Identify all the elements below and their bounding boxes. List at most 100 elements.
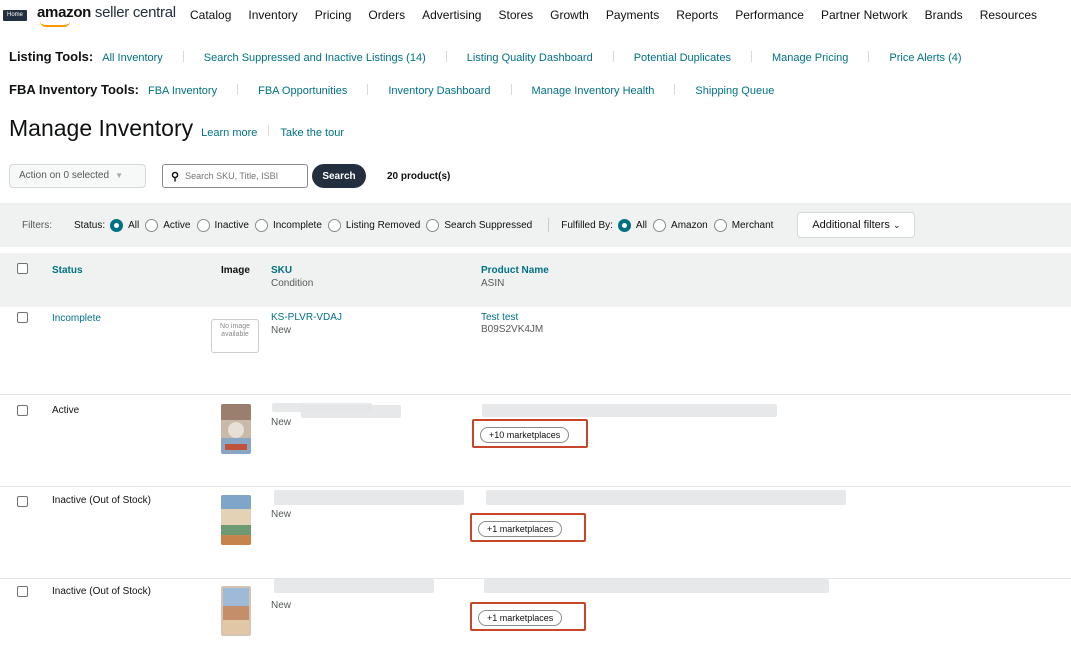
- link-all-inventory[interactable]: All Inventory: [102, 52, 163, 64]
- link-fba-inventory[interactable]: FBA Inventory: [148, 85, 217, 97]
- link-manage-pricing[interactable]: Manage Pricing: [772, 52, 848, 64]
- link-price-alerts[interactable]: Price Alerts (4): [889, 52, 961, 64]
- row-checkbox[interactable]: [17, 496, 28, 507]
- nav-performance[interactable]: Performance: [735, 8, 804, 22]
- logo-product: seller central: [91, 4, 176, 21]
- link-inventory-dashboard[interactable]: Inventory Dashboard: [388, 85, 490, 97]
- search-input[interactable]: [185, 171, 296, 181]
- product-thumbnail[interactable]: [221, 586, 251, 636]
- fulfilled-radio-all[interactable]: [617, 218, 631, 232]
- table-row: Incomplete No image available KS-PLVR-VD…: [0, 307, 1071, 395]
- link-listing-quality[interactable]: Listing Quality Dashboard: [467, 52, 593, 64]
- link-fba-opportunities[interactable]: FBA Opportunities: [258, 85, 347, 97]
- divider: [674, 84, 676, 95]
- col-header-sku[interactable]: SKU Condition: [271, 265, 313, 289]
- link-search-suppressed[interactable]: Search Suppressed and Inactive Listings …: [204, 52, 426, 64]
- fulfilled-radio-amazon[interactable]: [653, 218, 667, 232]
- status-option-label: Inactive: [214, 219, 249, 231]
- product-name-link[interactable]: Test test: [481, 312, 518, 323]
- divider: [237, 84, 239, 95]
- nav-stores[interactable]: Stores: [498, 8, 533, 22]
- nav-pricing[interactable]: Pricing: [315, 8, 352, 22]
- no-image-placeholder: No image available: [211, 319, 259, 353]
- status-radio-listing-removed[interactable]: [327, 218, 341, 232]
- divider: [612, 51, 614, 62]
- divider: [750, 51, 752, 62]
- col-asin-label: ASIN: [481, 278, 505, 289]
- select-all-checkbox[interactable]: [17, 263, 28, 274]
- logo-brand: amazon: [37, 4, 92, 21]
- nav-resources[interactable]: Resources: [980, 8, 1037, 22]
- condition-value: New: [271, 325, 292, 336]
- nav-growth[interactable]: Growth: [550, 8, 589, 22]
- status-value: Active: [52, 405, 80, 416]
- status-filter-group: Status: All Active Inactive Incomplete L…: [74, 218, 538, 232]
- row-checkbox[interactable]: [17, 405, 28, 416]
- page-title: Manage Inventory: [9, 115, 194, 141]
- listing-tools-bar: Listing Tools: All Inventory Search Supp…: [9, 49, 962, 64]
- link-potential-duplicates[interactable]: Potential Duplicates: [634, 52, 731, 64]
- divider: [268, 125, 270, 136]
- status-option-label: Active: [163, 219, 191, 231]
- nav-reports[interactable]: Reports: [676, 8, 718, 22]
- nav-advertising[interactable]: Advertising: [422, 8, 481, 22]
- fulfilled-radio-merchant[interactable]: [713, 218, 727, 232]
- nav-inventory[interactable]: Inventory: [248, 8, 297, 22]
- filters-bar: Filters: Status: All Active Inactive Inc…: [0, 203, 1071, 247]
- take-tour-link[interactable]: Take the tour: [280, 127, 344, 139]
- action-toolbar: Action on 0 selected ▼ ⚲ Search 20 produc…: [9, 163, 450, 189]
- col-sku-label: SKU: [271, 265, 293, 276]
- col-condition-label: Condition: [271, 278, 314, 289]
- nav-orders[interactable]: Orders: [368, 8, 405, 22]
- home-icon[interactable]: Home: [3, 10, 27, 21]
- marketplaces-button[interactable]: +10 marketplaces: [480, 427, 570, 443]
- product-count: 20 product(s): [387, 170, 451, 182]
- additional-filters-label: Additional filters: [812, 219, 890, 231]
- marketplaces-button[interactable]: +1 marketplaces: [478, 610, 563, 626]
- nav-payments[interactable]: Payments: [606, 8, 659, 22]
- status-option-label: Search Suppressed: [444, 219, 533, 231]
- marketplaces-button[interactable]: +1 marketplaces: [478, 521, 563, 537]
- status-radio-incomplete[interactable]: [254, 218, 268, 232]
- redacted-product-name: [484, 579, 829, 593]
- additional-filters-button[interactable]: Additional filters ⌄: [797, 212, 916, 238]
- status-value: Inactive (Out of Stock): [52, 495, 151, 506]
- fulfilled-filter-label: Fulfilled By:: [561, 219, 613, 231]
- fulfilled-option-label: All: [635, 219, 648, 231]
- condition-value: New: [271, 509, 292, 520]
- learn-more-link[interactable]: Learn more: [201, 127, 257, 139]
- search-button[interactable]: Search: [312, 164, 366, 188]
- marketplaces-highlight: +10 marketplaces: [472, 419, 588, 448]
- status-value[interactable]: Incomplete: [52, 313, 101, 324]
- nav-partner-network[interactable]: Partner Network: [821, 8, 908, 22]
- sku-link[interactable]: KS-PLVR-VDAJ: [271, 312, 342, 323]
- divider: [510, 84, 512, 95]
- status-radio-all[interactable]: [110, 218, 124, 232]
- col-header-status[interactable]: Status: [52, 265, 83, 276]
- nav-brands[interactable]: Brands: [925, 8, 963, 22]
- product-thumbnail[interactable]: [221, 495, 251, 545]
- status-radio-inactive[interactable]: [196, 218, 210, 232]
- status-radio-active[interactable]: [145, 218, 159, 232]
- status-radio-search-suppressed[interactable]: [426, 218, 440, 232]
- row-checkbox[interactable]: [17, 586, 28, 597]
- table-header: Status Image SKU Condition Product Name AS…: [0, 253, 1071, 307]
- listing-tools-label: Listing Tools:: [9, 49, 94, 64]
- row-checkbox[interactable]: [17, 312, 28, 323]
- link-shipping-queue[interactable]: Shipping Queue: [695, 85, 774, 97]
- book-cover-image: [221, 495, 251, 545]
- amazon-smile-icon: [40, 21, 70, 27]
- redacted-sku: [301, 405, 401, 418]
- nav-catalog[interactable]: Catalog: [190, 8, 231, 22]
- table-row: Inactive (Out of Stock) New +1 marketpla…: [0, 487, 1071, 579]
- redacted-product-name: [482, 404, 777, 417]
- status-option-label: Incomplete: [272, 219, 322, 231]
- bulk-action-dropdown[interactable]: Action on 0 selected ▼: [9, 164, 146, 188]
- status-filter-label: Status:: [74, 219, 106, 231]
- bulk-action-label: Action on 0 selected: [19, 170, 110, 181]
- col-header-product-name[interactable]: Product Name ASIN: [481, 265, 549, 289]
- product-thumbnail[interactable]: [221, 404, 251, 454]
- search-box: ⚲: [162, 164, 308, 188]
- link-manage-inventory-health[interactable]: Manage Inventory Health: [532, 85, 655, 97]
- seller-central-logo[interactable]: amazon seller central: [37, 4, 176, 21]
